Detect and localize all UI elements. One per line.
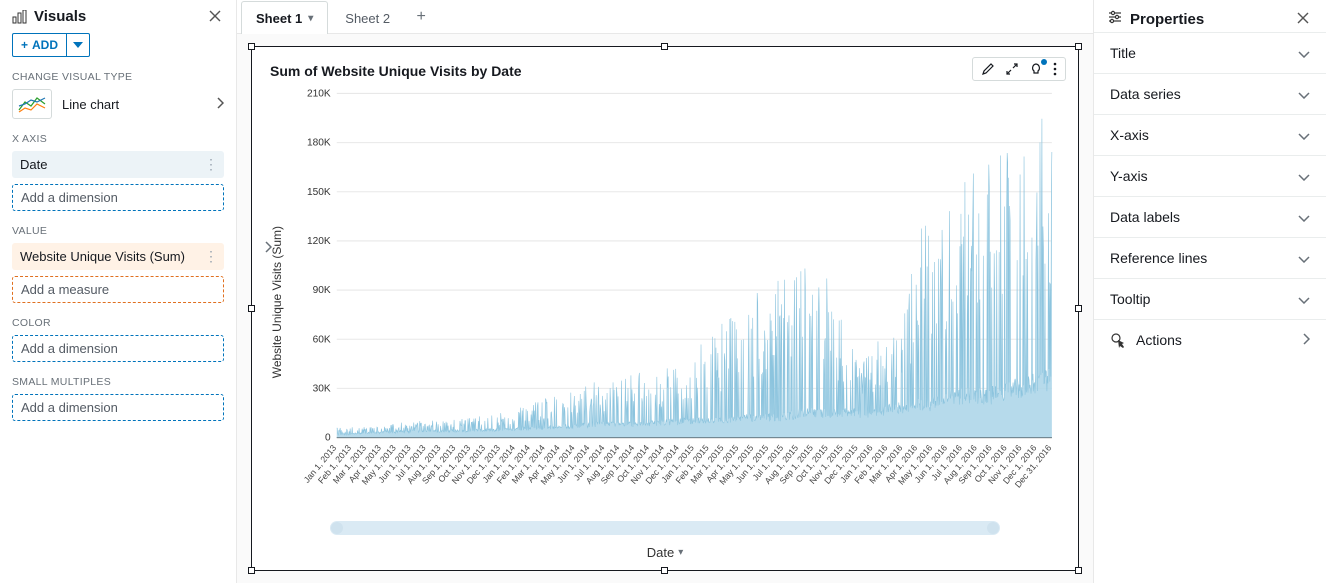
field-menu-icon[interactable]: ⋮ [204,156,216,173]
close-properties-panel-button[interactable] [1296,11,1312,27]
visual-toolbar [972,57,1066,81]
chart-title[interactable]: Sum of Website Unique Visits by Date [270,63,1060,79]
add-measure-label: Add a measure [21,282,109,297]
small-multiples-section-label: SMALL MULTIPLES [12,376,224,388]
visual-type-name: Line chart [62,97,119,112]
cursor-click-icon [1110,332,1126,348]
svg-text:150K: 150K [307,187,331,198]
properties-item-reference-lines[interactable]: Reference lines [1094,237,1326,278]
value-section-label: VALUE [12,225,224,237]
add-dimension-label: Add a dimension [21,190,118,205]
plus-icon: + [21,38,28,52]
properties-item-data-labels[interactable]: Data labels [1094,196,1326,237]
actions-label: Actions [1136,332,1182,348]
add-visual-dropdown[interactable] [67,34,89,56]
chevron-right-icon [1302,332,1310,348]
time-scrubber[interactable] [330,521,1000,535]
properties-item-data-series[interactable]: Data series [1094,73,1326,114]
svg-text:120K: 120K [307,236,331,247]
xaxis-field-name: Date [20,157,47,172]
chevron-down-icon [1298,291,1310,307]
properties-item-tooltip[interactable]: Tooltip [1094,278,1326,319]
line-chart-icon [12,89,52,119]
xaxis-add-dimension[interactable]: Add a dimension [12,184,224,211]
svg-text:90K: 90K [313,285,331,296]
color-section-label: COLOR [12,317,224,329]
properties-item-label: Y-axis [1110,168,1148,184]
properties-actions[interactable]: Actions [1094,319,1326,360]
y-axis-label: Website Unique Visits (Sum) [270,226,284,378]
add-dimension-label: Add a dimension [21,341,118,356]
value-field-pill[interactable]: Website Unique Visits (Sum) ⋮ [12,243,224,270]
properties-item-label: Tooltip [1110,291,1150,307]
svg-text:0: 0 [325,433,331,444]
properties-item-label: Reference lines [1110,250,1207,266]
svg-text:210K: 210K [307,88,331,99]
edit-pencil-icon[interactable] [981,62,995,76]
visuals-title-text: Visuals [34,8,86,25]
chevron-down-icon [1298,86,1310,102]
visual-line-chart[interactable]: Sum of Website Unique Visits by Date Web… [251,46,1079,571]
properties-title-text: Properties [1130,11,1204,28]
properties-item-label: Data labels [1110,209,1180,225]
color-add-dimension[interactable]: Add a dimension [12,335,224,362]
add-visual-button[interactable]: + ADD [13,34,67,56]
maximize-icon[interactable] [1005,62,1019,76]
chevron-down-icon [1298,168,1310,184]
insights-lightbulb-icon[interactable] [1029,62,1043,76]
close-visuals-panel-button[interactable] [208,9,224,25]
visuals-panel: Visuals + ADD CHANGE VISUAL TYPE Line ch… [0,0,237,583]
properties-item-x-axis[interactable]: X-axis [1094,114,1326,155]
tab-label: Sheet 2 [345,11,390,26]
add-visual-split-button: + ADD [12,33,90,57]
x-axis-label[interactable]: Date ▾ [270,539,1060,562]
svg-text:30K: 30K [313,383,331,394]
sheet-tabs: Sheet 1 ▾ Sheet 2 + [237,0,1093,34]
xaxis-field-pill[interactable]: Date ⋮ [12,151,224,178]
chevron-down-icon [1298,250,1310,266]
x-axis-label-text: Date [647,545,674,560]
bars-icon [12,10,28,24]
tab-label: Sheet 1 [256,11,302,26]
chevron-down-icon [1298,209,1310,225]
tab-sheet-2[interactable]: Sheet 2 [330,1,405,34]
properties-panel-title: Properties [1108,10,1204,28]
properties-icon [1108,10,1122,28]
change-visual-type-label: CHANGE VISUAL TYPE [12,71,224,83]
svg-text:180K: 180K [307,138,331,149]
properties-item-label: X-axis [1110,127,1149,143]
chevron-right-icon [216,97,224,112]
properties-item-title[interactable]: Title [1094,32,1326,73]
add-label: ADD [32,38,58,52]
chevron-down-icon[interactable]: ▾ [308,13,313,24]
add-dimension-label: Add a dimension [21,400,118,415]
add-sheet-button[interactable]: + [407,8,435,26]
value-add-measure[interactable]: Add a measure [12,276,224,303]
canvas-area: Sheet 1 ▾ Sheet 2 + Sum of Website Uniqu… [237,0,1094,583]
visual-type-selector[interactable]: Line chart [12,89,224,119]
properties-item-y-axis[interactable]: Y-axis [1094,155,1326,196]
chart-plot-area[interactable]: 030K60K90K120K150K180K210KJan 1, 2013Feb… [288,83,1060,521]
kebab-menu-icon[interactable] [1053,62,1057,76]
properties-item-label: Title [1110,45,1136,61]
properties-panel: Properties Title Data series X-axis Y-axis D… [1094,0,1326,583]
tab-sheet-1[interactable]: Sheet 1 ▾ [241,1,328,34]
field-menu-icon[interactable]: ⋮ [204,248,216,265]
value-field-name: Website Unique Visits (Sum) [20,249,185,264]
chevron-down-icon: ▾ [678,547,683,558]
xaxis-section-label: X AXIS [12,133,224,145]
sm-add-dimension[interactable]: Add a dimension [12,394,224,421]
svg-text:60K: 60K [313,334,331,345]
chevron-down-icon [1298,127,1310,143]
chevron-down-icon [1298,45,1310,61]
visuals-panel-title: Visuals [12,8,86,25]
properties-item-label: Data series [1110,86,1181,102]
